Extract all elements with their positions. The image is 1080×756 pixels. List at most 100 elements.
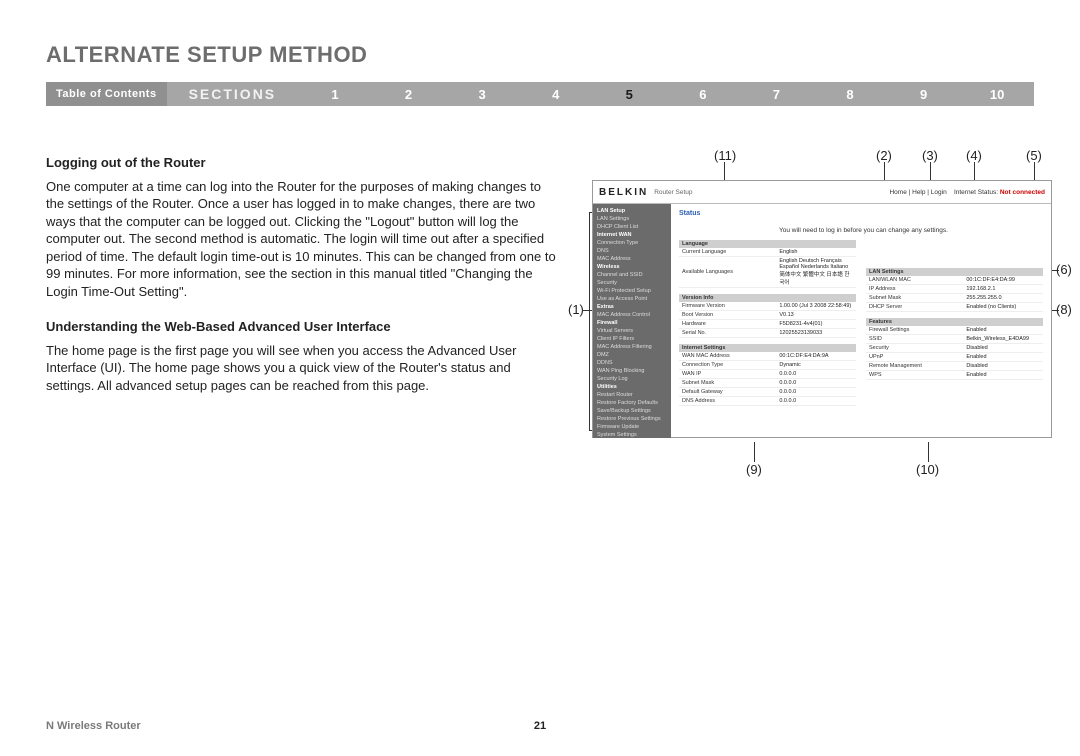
section-link-7[interactable]: 7: [740, 87, 814, 102]
table-value: 00:1C:DF:E4:DA:9A: [776, 352, 856, 361]
sidebar-item[interactable]: System Settings: [593, 431, 671, 438]
leader-line: [928, 442, 929, 462]
section-link-5[interactable]: 5: [592, 87, 666, 102]
table-key: IP Address: [866, 285, 963, 294]
table-key: Default Gateway: [679, 388, 776, 397]
figure-column: (11) (2) (3) (4) (5) (1) (6) (7) (8) (9)…: [584, 154, 1034, 413]
table-key: LAN/WLAN MAC: [866, 276, 963, 285]
router-top-links[interactable]: Home | Help | Login: [889, 189, 946, 196]
sidebar-item[interactable]: DMZ: [593, 351, 671, 359]
table-value: Enabled (no Clients): [963, 303, 1043, 312]
sidebar-item[interactable]: MAC Address Control: [593, 311, 671, 319]
sidebar-item[interactable]: Wi-Fi Protected Setup: [593, 287, 671, 295]
router-subtitle: Router Setup: [654, 189, 692, 196]
section-link-9[interactable]: 9: [887, 87, 961, 102]
table-key: Hardware: [679, 320, 776, 329]
table-value: Enabled: [963, 371, 1043, 380]
table-key: Firewall Settings: [866, 326, 963, 335]
sidebar-heading: Firewall: [593, 319, 671, 327]
leader-line: [754, 442, 755, 462]
router-sidebar: LAN SetupLAN SettingsDHCP Client ListInt…: [593, 204, 671, 438]
sidebar-item[interactable]: Restore Factory Defaults: [593, 399, 671, 407]
sidebar-item[interactable]: LAN Settings: [593, 215, 671, 223]
sidebar-item[interactable]: Save/Backup Settings: [593, 407, 671, 415]
sidebar-item[interactable]: MAC Address: [593, 255, 671, 263]
table-row: LAN/WLAN MAC00:1C:DF:E4:DA:99: [866, 276, 1043, 285]
callout-11: (11): [714, 148, 736, 163]
internet-status-value: Not connected: [1000, 189, 1045, 196]
table-row: Default Gateway0.0.0.0: [679, 388, 856, 397]
table-row: WAN MAC Address00:1C:DF:E4:DA:9A: [679, 352, 856, 361]
table-header: Internet Settings: [679, 344, 856, 352]
table-key: WPS: [866, 371, 963, 380]
sidebar-item[interactable]: MAC Address Filtering: [593, 343, 671, 351]
table-key: DHCP Server: [866, 303, 963, 312]
lan-table: LAN SettingsLAN/WLAN MAC00:1C:DF:E4:DA:9…: [866, 268, 1043, 312]
table-row: WAN IP0.0.0.0: [679, 370, 856, 379]
table-row: SSIDBelkin_Wireless_E4DA99: [866, 335, 1043, 344]
features-table: FeaturesFirewall SettingsEnabledSSIDBelk…: [866, 318, 1043, 380]
table-value: 0.0.0.0: [776, 379, 856, 388]
table-key: Available Languages: [679, 257, 776, 288]
table-key: Serial No.: [679, 329, 776, 338]
table-value: Enabled: [963, 326, 1043, 335]
table-key: Subnet Mask: [866, 294, 963, 303]
table-header: Features: [866, 318, 1043, 326]
table-row: Current LanguageEnglish: [679, 248, 856, 257]
table-key: UPnP: [866, 353, 963, 362]
sidebar-item[interactable]: DHCP Client List: [593, 223, 671, 231]
section-link-3[interactable]: 3: [445, 87, 519, 102]
table-key: Boot Version: [679, 311, 776, 320]
page-number: 21: [534, 720, 546, 732]
table-header: Language: [679, 240, 856, 248]
heading-logging-out: Logging out of the Router: [46, 154, 556, 172]
belkin-logo: BELKIN: [599, 187, 648, 198]
table-key: Security: [866, 344, 963, 353]
table-key: WAN MAC Address: [679, 352, 776, 361]
sidebar-item[interactable]: Security Log: [593, 375, 671, 383]
sidebar-item[interactable]: Security: [593, 279, 671, 287]
sidebar-item[interactable]: Channel and SSID: [593, 271, 671, 279]
page-title: ALTERNATE SETUP METHOD: [46, 42, 1034, 68]
sidebar-item[interactable]: Firmware Update: [593, 423, 671, 431]
sidebar-item[interactable]: Restart Router: [593, 391, 671, 399]
table-key: Current Language: [679, 248, 776, 257]
sidebar-item[interactable]: WAN Ping Blocking: [593, 367, 671, 375]
table-row: Firmware Version1.00.00 (Jul 3 2008 22:5…: [679, 302, 856, 311]
sidebar-item[interactable]: Use as Access Point: [593, 295, 671, 303]
table-row: HardwareF5D8231-4v4(01): [679, 320, 856, 329]
router-header: BELKIN Router Setup Home | Help | Login …: [593, 181, 1051, 204]
callout-9: (9): [746, 462, 762, 477]
status-heading: Status: [679, 210, 700, 217]
sidebar-item[interactable]: Restore Previous Settings: [593, 415, 671, 423]
sidebar-item[interactable]: DNS: [593, 247, 671, 255]
section-link-2[interactable]: 2: [372, 87, 446, 102]
table-value: Disabled: [963, 344, 1043, 353]
toc-link[interactable]: Table of Contents: [46, 82, 167, 106]
table-header: Version Info: [679, 294, 856, 302]
table-value: 0.0.0.0: [776, 388, 856, 397]
table-key: Firmware Version: [679, 302, 776, 311]
section-link-4[interactable]: 4: [519, 87, 593, 102]
router-main: Status You will need to log in before yo…: [671, 204, 1051, 438]
product-name: N Wireless Router: [46, 720, 141, 732]
section-link-1[interactable]: 1: [298, 87, 372, 102]
table-key: Connection Type: [679, 361, 776, 370]
sidebar-heading: Utilities: [593, 383, 671, 391]
section-link-8[interactable]: 8: [813, 87, 887, 102]
table-row: SecurityDisabled: [866, 344, 1043, 353]
sidebar-item[interactable]: DDNS: [593, 359, 671, 367]
heading-understanding-ui: Understanding the Web-Based Advanced Use…: [46, 318, 556, 336]
section-link-10[interactable]: 10: [960, 87, 1034, 102]
login-message: You will need to log in before you can c…: [779, 227, 1043, 234]
table-row: Subnet Mask255.255.255.0: [866, 294, 1043, 303]
section-link-6[interactable]: 6: [666, 87, 740, 102]
callout-5: (5): [1026, 148, 1042, 163]
sidebar-heading: Internet WAN: [593, 231, 671, 239]
sidebar-item[interactable]: Virtual Servers: [593, 327, 671, 335]
sidebar-item[interactable]: Connection Type: [593, 239, 671, 247]
table-value: Dynamic: [776, 361, 856, 370]
table-row: WPSEnabled: [866, 371, 1043, 380]
sidebar-item[interactable]: Client IP Filters: [593, 335, 671, 343]
table-value: English: [776, 248, 856, 257]
